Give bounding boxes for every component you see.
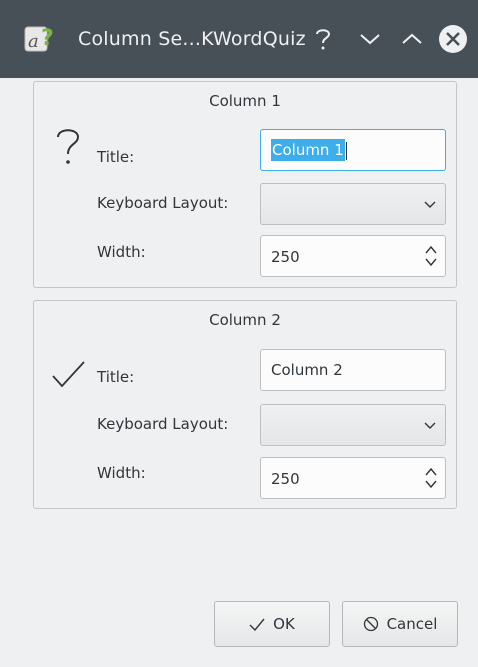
svg-text:a: a bbox=[28, 31, 39, 52]
width-value: 250 bbox=[271, 248, 300, 266]
title-input[interactable]: Column 2 bbox=[260, 349, 446, 391]
cancel-label: Cancel bbox=[386, 615, 438, 633]
width-label: Width: bbox=[97, 243, 146, 261]
width-spinbox[interactable]: 250 bbox=[260, 235, 446, 277]
cancel-icon bbox=[363, 616, 378, 632]
title-label: Title: bbox=[97, 148, 135, 166]
width-spinbox[interactable]: 250 bbox=[260, 457, 446, 499]
svg-text:?: ? bbox=[41, 26, 54, 51]
column-2-group: Column 2 Title: Column 2 Keyboard Layout… bbox=[33, 300, 457, 509]
group-title: Column 2 bbox=[209, 311, 281, 329]
ok-button[interactable]: OK bbox=[214, 601, 330, 647]
help-icon bbox=[316, 29, 331, 50]
title-label: Title: bbox=[97, 368, 135, 386]
ok-label: OK bbox=[273, 615, 295, 633]
width-label: Width: bbox=[97, 464, 146, 482]
maximize-icon bbox=[402, 33, 422, 44]
cancel-button[interactable]: Cancel bbox=[342, 601, 458, 647]
text-caret bbox=[345, 141, 347, 160]
width-value: 250 bbox=[271, 470, 300, 488]
window-title: Column Se...KWordQuiz bbox=[78, 28, 306, 50]
checkmark-icon bbox=[249, 618, 265, 632]
column-1-group: Column 1 Title: Column 1 Keyboard Layout… bbox=[33, 81, 457, 288]
group-title: Column 1 bbox=[209, 92, 281, 110]
keyboard-layout-combo[interactable] bbox=[260, 183, 446, 225]
kwordquiz-app-icon: a ? bbox=[24, 26, 54, 52]
title-bar[interactable]: a ? Column Se...KWordQuiz bbox=[0, 0, 478, 78]
minimize-button[interactable] bbox=[353, 22, 387, 56]
close-icon bbox=[439, 25, 467, 53]
title-input[interactable]: Column 1 bbox=[260, 129, 446, 171]
title-input-value: Column 2 bbox=[271, 361, 343, 379]
title-input-value: Column 1 bbox=[271, 139, 345, 161]
question-mark-icon bbox=[57, 129, 80, 164]
spin-arrows-icon[interactable] bbox=[424, 465, 438, 491]
help-button[interactable] bbox=[306, 22, 340, 56]
maximize-button[interactable] bbox=[395, 22, 429, 56]
column-settings-dialog: a ? Column Se...KWordQuiz Column 1 Title… bbox=[0, 0, 478, 667]
keyboard-layout-label: Keyboard Layout: bbox=[97, 415, 229, 433]
keyboard-layout-label: Keyboard Layout: bbox=[97, 194, 229, 212]
chevron-down-icon bbox=[424, 201, 436, 208]
spin-arrows-icon[interactable] bbox=[424, 243, 438, 269]
close-button[interactable] bbox=[436, 22, 470, 56]
chevron-down-icon bbox=[424, 422, 436, 429]
keyboard-layout-combo[interactable] bbox=[260, 404, 446, 446]
minimize-icon bbox=[360, 34, 380, 45]
checkmark-icon bbox=[52, 361, 85, 388]
